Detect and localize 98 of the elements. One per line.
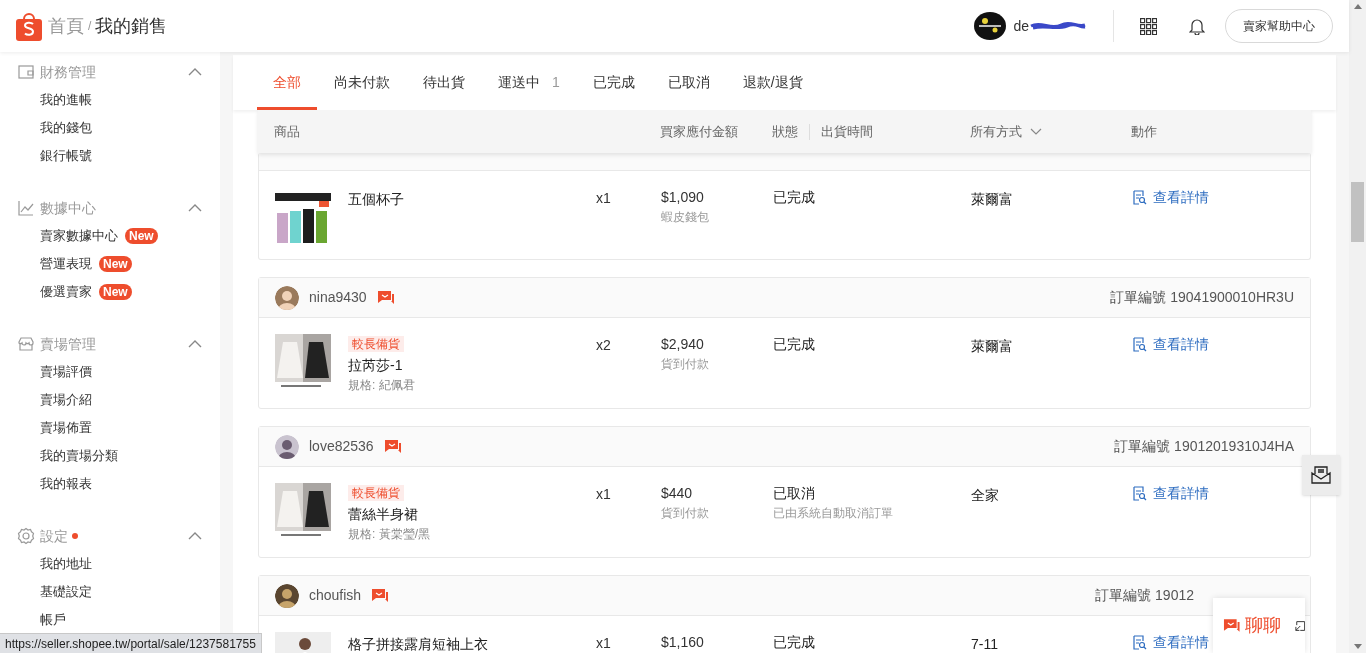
sidebar-item[interactable]: 營運表現 — [40, 254, 92, 274]
order-number: 訂單編號 19012019310J4HA — [1114, 437, 1294, 456]
envelope-icon — [1311, 466, 1331, 484]
chevron-up-icon[interactable] — [188, 340, 202, 348]
sidebar-item[interactable]: 我的報表 — [40, 474, 92, 494]
order-tab[interactable]: 尚未付款 — [318, 58, 406, 110]
product-spec: 規格: 黃棠瑩/黑 — [348, 526, 430, 543]
document-search-icon — [1132, 190, 1147, 205]
quantity: x1 — [596, 485, 612, 504]
payment-method: 貨到付款 — [661, 356, 709, 373]
quantity: x2 — [596, 336, 612, 355]
order-number: 訂單編號 19012 — [1095, 586, 1194, 605]
page-title: 我的銷售 — [95, 14, 168, 38]
column-header: 商品 — [274, 122, 301, 141]
sidebar-item[interactable]: 優選賣家 — [40, 282, 92, 302]
order-tab[interactable]: 已取消 — [651, 58, 726, 110]
product-name: 格子拼接露肩短袖上衣 — [348, 635, 488, 653]
notification-bell-icon[interactable] — [1189, 17, 1205, 35]
scroll-up-arrow-icon[interactable] — [1353, 4, 1362, 9]
order-tab[interactable]: 運送中 1 — [482, 58, 576, 110]
scroll-down-arrow-icon[interactable] — [1353, 644, 1362, 649]
sidebar-item[interactable]: 賣場介紹 — [40, 390, 92, 410]
shipping-filter-dropdown[interactable]: 所有方式 — [970, 121, 1131, 142]
view-details-link[interactable]: 查看詳情 — [1132, 632, 1209, 653]
new-badge: New — [99, 256, 132, 272]
chevron-up-icon[interactable] — [188, 204, 202, 212]
order-tab[interactable]: 待出貨 — [407, 58, 481, 110]
column-header: 狀態 — [772, 122, 798, 141]
store-avatar[interactable] — [973, 10, 1008, 42]
stock-tag: 較長備貨 — [348, 336, 404, 352]
price: $1,090 — [661, 188, 704, 207]
messages-button[interactable] — [1302, 455, 1340, 495]
scrollbar-thumb[interactable] — [1351, 181, 1364, 242]
quantity: x1 — [596, 634, 612, 653]
view-details-link[interactable]: 查看詳情 — [1132, 483, 1209, 504]
product-name: 蕾絲半身裙 — [348, 505, 418, 524]
buyer-username[interactable]: nina9430 — [309, 287, 367, 308]
shipping-carrier: 萊爾富 — [971, 337, 1014, 356]
buyer-username[interactable]: love82536 — [309, 436, 374, 457]
column-header: 動作 — [1131, 122, 1158, 141]
payment-method: 貨到付款 — [661, 505, 709, 522]
new-badge: New — [99, 284, 132, 300]
sidebar-item[interactable]: 帳戶 — [40, 610, 66, 630]
sidebar-item[interactable]: 我的錢包 — [40, 118, 92, 138]
order-status: 已完成 — [773, 633, 815, 652]
shipping-carrier: 萊爾富 — [971, 190, 1014, 209]
shop-icon — [17, 335, 35, 353]
status-note: 已由系統自動取消訂單 — [773, 505, 893, 522]
sidebar-item[interactable]: 賣家數據中心 — [40, 226, 118, 246]
quantity: x1 — [596, 189, 612, 208]
chat-widget[interactable]: 聊聊 — [1213, 598, 1305, 653]
chart-icon — [17, 199, 35, 217]
order-status: 已完成 — [773, 188, 815, 207]
chat-label[interactable]: 聊聊 — [1244, 612, 1281, 639]
payment-method: 蝦皮錢包 — [661, 209, 709, 226]
sidebar-item[interactable]: 賣場佈置 — [40, 418, 92, 438]
redaction-scribble — [1029, 20, 1087, 32]
price: $440 — [661, 484, 693, 503]
username[interactable]: de — [1013, 15, 1029, 37]
stock-tag: 較長備貨 — [348, 485, 404, 501]
document-search-icon — [1132, 635, 1147, 650]
sidebar-item[interactable]: 基礎設定 — [40, 582, 92, 602]
shipping-carrier: 全家 — [971, 486, 1000, 505]
order-status: 已取消 — [773, 484, 815, 503]
product-name: 拉芮莎-1 — [348, 356, 403, 375]
price: $1,160 — [661, 633, 704, 652]
expand-icon[interactable] — [1294, 619, 1305, 632]
buyer-username[interactable]: choufish — [309, 585, 362, 606]
breadcrumb-separator: / — [88, 18, 92, 35]
product-name: 五個杯子 — [348, 190, 404, 209]
order-tab[interactable]: 已完成 — [576, 58, 651, 110]
order-number: 訂單編號 19041900010HR3U — [1110, 288, 1294, 307]
status-url-bar: https://seller.shopee.tw/portal/sale/1237581755 — [0, 633, 262, 653]
wallet-icon — [17, 63, 35, 81]
settings-icon — [17, 527, 35, 545]
order-tab[interactable]: 退款/退貨 — [726, 58, 819, 110]
price: $2,940 — [661, 335, 704, 354]
sidebar-item[interactable]: 我的賣場分類 — [40, 446, 118, 466]
order-status: 已完成 — [773, 335, 815, 354]
document-search-icon — [1132, 337, 1147, 352]
sidebar-item[interactable]: 賣場評價 — [40, 362, 92, 382]
document-search-icon — [1132, 486, 1147, 501]
shipping-carrier: 7-11 — [971, 635, 999, 653]
sidebar-item[interactable]: 銀行帳號 — [40, 146, 92, 166]
view-details-link[interactable]: 查看詳情 — [1132, 187, 1209, 208]
column-header: 買家應付金額 — [660, 122, 739, 141]
shopping-bag-logo-icon[interactable] — [16, 11, 42, 41]
chevron-down-icon — [1030, 128, 1042, 135]
apps-grid-icon[interactable] — [1140, 17, 1157, 35]
product-spec: 規格: 紀佩君 — [348, 377, 415, 394]
view-details-link[interactable]: 查看詳情 — [1132, 334, 1209, 355]
sidebar-item[interactable]: 我的進帳 — [40, 90, 92, 110]
new-badge: New — [125, 228, 158, 244]
column-header: 出貨時間 — [821, 122, 873, 141]
scrollbar[interactable] — [1349, 0, 1366, 653]
sidebar-item[interactable]: 我的地址 — [40, 554, 92, 574]
chevron-up-icon[interactable] — [188, 532, 202, 540]
chevron-up-icon[interactable] — [188, 68, 202, 76]
